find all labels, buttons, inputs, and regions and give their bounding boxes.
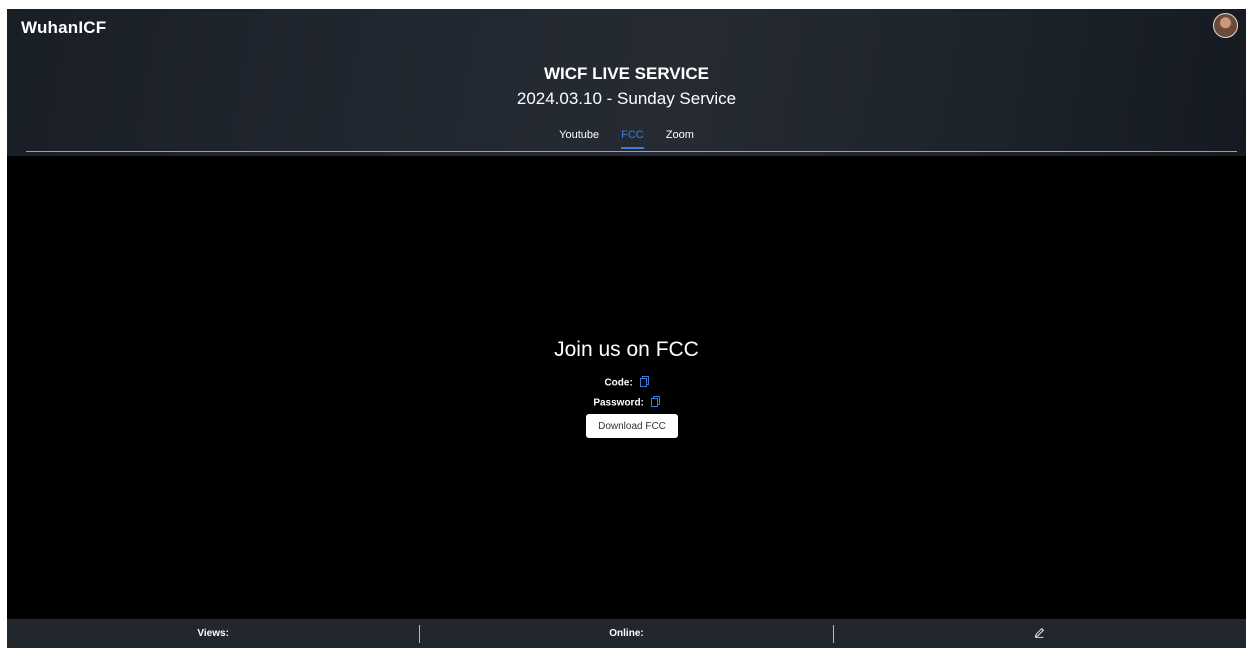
code-label: Code:	[604, 377, 633, 389]
edit-cell	[834, 619, 1246, 648]
pencil-icon[interactable]	[1034, 627, 1045, 641]
app-window: WuhanICF WICF LIVE SERVICE 2024.03.10 - …	[7, 9, 1246, 648]
platform-tabs: Youtube FCC Zoom	[7, 129, 1246, 149]
password-row: Password:	[7, 396, 1246, 410]
tab-fcc[interactable]: FCC	[621, 129, 644, 149]
online-label: Online:	[609, 628, 644, 639]
download-fcc-button[interactable]: Download FCC	[586, 414, 678, 438]
brand-logo[interactable]: WuhanICF	[21, 18, 106, 38]
code-row: Code:	[7, 376, 1246, 390]
views-label: Views:	[197, 628, 229, 639]
copy-code-icon[interactable]	[639, 376, 649, 390]
page-title: WICF LIVE SERVICE	[544, 64, 709, 83]
stats-bar: Views: Online:	[7, 619, 1246, 648]
password-label: Password:	[593, 397, 644, 409]
header-divider	[26, 151, 1237, 152]
header: WuhanICF WICF LIVE SERVICE 2024.03.10 - …	[7, 9, 1246, 156]
copy-password-icon[interactable]	[650, 396, 660, 410]
service-subtitle: 2024.03.10 - Sunday Service	[516, 89, 737, 108]
online-stat: Online:	[420, 619, 832, 648]
tab-zoom[interactable]: Zoom	[666, 129, 694, 149]
join-heading: Join us on FCC	[554, 338, 699, 361]
views-stat: Views:	[7, 619, 419, 648]
tab-youtube[interactable]: Youtube	[559, 129, 599, 149]
user-avatar[interactable]	[1213, 13, 1238, 38]
stream-panel: Join us on FCC Code: Password: Download …	[7, 156, 1246, 619]
